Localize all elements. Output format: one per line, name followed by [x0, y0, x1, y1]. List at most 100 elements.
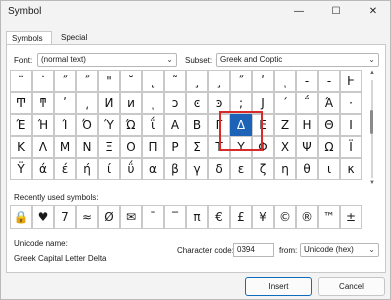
symbol-cell[interactable]: Ͱ: [340, 70, 362, 92]
close-icon[interactable]: ✕: [360, 3, 386, 21]
symbol-cell[interactable]: Ν: [76, 136, 98, 158]
scroll-up-icon[interactable]: ▲: [368, 70, 376, 76]
recent-symbol[interactable]: ™: [318, 205, 340, 229]
from-dropdown[interactable]: Unicode (hex) ⌄: [300, 243, 379, 257]
symbol-cell[interactable]: ͷ: [120, 92, 142, 114]
symbol-cell[interactable]: Ο: [120, 136, 142, 158]
recent-symbol[interactable]: £: [230, 205, 252, 229]
symbol-cell[interactable]: ¨: [10, 70, 32, 92]
grid-scrollbar[interactable]: ▲ ▼: [368, 70, 376, 188]
maximize-icon[interactable]: ☐: [323, 3, 349, 21]
recent-symbol[interactable]: ©: [274, 205, 296, 229]
symbol-cell[interactable]: ͻ: [164, 92, 186, 114]
symbol-cell[interactable]: ΐ: [142, 114, 164, 136]
recent-symbol[interactable]: ¯: [142, 205, 164, 229]
symbol-cell[interactable]: Ι: [340, 114, 362, 136]
symbol-cell[interactable]: Ρ: [164, 136, 186, 158]
symbol-cell[interactable]: ˝: [54, 70, 76, 92]
symbol-cell[interactable]: έ: [54, 158, 76, 180]
symbol-cell[interactable]: ‐: [318, 70, 340, 92]
symbol-cell[interactable]: ˝: [76, 70, 98, 92]
symbol-cell[interactable]: ΰ: [120, 158, 142, 180]
symbol-cell[interactable]: Π: [142, 136, 164, 158]
symbol-cell[interactable]: ʹ: [54, 92, 76, 114]
font-dropdown[interactable]: (normal text) ⌄: [37, 53, 177, 67]
symbol-cell[interactable]: ά: [32, 158, 54, 180]
symbol-cell[interactable]: α: [142, 158, 164, 180]
symbol-cell[interactable]: ˘: [120, 70, 142, 92]
symbol-cell[interactable]: Ό: [76, 114, 98, 136]
recent-symbol[interactable]: ¥: [252, 205, 274, 229]
symbol-cell[interactable]: ¸: [186, 70, 208, 92]
symbol-cell[interactable]: ή: [76, 158, 98, 180]
symbol-cell[interactable]: κ: [340, 158, 362, 180]
symbol-cell[interactable]: Ή: [32, 114, 54, 136]
symbol-cell[interactable]: Σ: [186, 136, 208, 158]
symbol-cell[interactable]: γ: [186, 158, 208, 180]
recent-symbol[interactable]: €: [208, 205, 230, 229]
symbol-cell[interactable]: ¸: [208, 70, 230, 92]
symbol-cell[interactable]: Β: [186, 114, 208, 136]
recent-symbol[interactable]: ≈: [76, 205, 98, 229]
recent-symbol[interactable]: ®: [296, 205, 318, 229]
symbol-cell[interactable]: ": [98, 70, 120, 92]
tab-symbols[interactable]: Symbols: [6, 31, 52, 45]
symbol-cell[interactable]: Ύ: [98, 114, 120, 136]
recent-symbol[interactable]: Ø: [98, 205, 120, 229]
symbol-cell[interactable]: ΄: [274, 92, 296, 114]
symbol-cell[interactable]: Ͷ: [98, 92, 120, 114]
symbol-cell[interactable]: Θ: [318, 114, 340, 136]
symbol-cell[interactable]: η: [274, 158, 296, 180]
symbol-cell[interactable]: Ψ: [296, 136, 318, 158]
recent-symbol[interactable]: ✉: [120, 205, 142, 229]
scroll-thumb[interactable]: [370, 110, 373, 134]
symbol-cell[interactable]: Έ: [10, 114, 32, 136]
symbol-cell[interactable]: Ϊ: [340, 136, 362, 158]
minimize-icon[interactable]: —: [286, 3, 312, 21]
symbol-cell[interactable]: ͼ: [186, 92, 208, 114]
symbol-cell[interactable]: Ϋ: [10, 158, 32, 180]
symbol-cell[interactable]: Ά: [318, 92, 340, 114]
symbol-cell[interactable]: ˙: [32, 70, 54, 92]
symbol-cell[interactable]: Ͳ: [10, 92, 32, 114]
symbol-cell[interactable]: ͺ: [274, 70, 296, 92]
symbol-cell[interactable]: Ξ: [98, 136, 120, 158]
symbol-cell[interactable]: ͳ: [32, 92, 54, 114]
symbol-cell[interactable]: Χ: [274, 136, 296, 158]
symbol-cell[interactable]: Ω: [318, 136, 340, 158]
symbol-cell[interactable]: ί: [98, 158, 120, 180]
symbol-cell[interactable]: Κ: [10, 136, 32, 158]
symbol-cell[interactable]: ͵: [76, 92, 98, 114]
symbol-cell[interactable]: ˛: [142, 70, 164, 92]
recent-symbol[interactable]: π: [186, 205, 208, 229]
symbol-cell[interactable]: ·: [340, 92, 362, 114]
tab-special-characters[interactable]: Special Characters: [56, 31, 105, 55]
symbol-cell[interactable]: Ώ: [120, 114, 142, 136]
symbol-cell[interactable]: θ: [296, 158, 318, 180]
recent-symbol[interactable]: ♥: [32, 205, 54, 229]
symbol-cell[interactable]: δ: [208, 158, 230, 180]
symbol-cell[interactable]: ΅: [296, 92, 318, 114]
insert-button[interactable]: Insert: [245, 277, 312, 296]
symbol-cell[interactable]: ͺ: [142, 92, 164, 114]
symbol-cell[interactable]: β: [164, 158, 186, 180]
symbol-cell[interactable]: Ζ: [274, 114, 296, 136]
recent-symbol[interactable]: 🔒: [10, 205, 32, 229]
recent-symbol[interactable]: ±: [340, 205, 362, 229]
symbol-cell[interactable]: ʹ: [252, 70, 274, 92]
symbol-cell[interactable]: ε: [230, 158, 252, 180]
recent-symbol[interactable]: 7: [54, 205, 76, 229]
recent-symbol[interactable]: ‾: [164, 205, 186, 229]
symbol-cell[interactable]: Λ: [32, 136, 54, 158]
cancel-button[interactable]: Cancel: [318, 277, 385, 296]
symbol-cell[interactable]: Α: [164, 114, 186, 136]
scroll-down-icon[interactable]: ▼: [368, 180, 376, 186]
symbol-cell[interactable]: -: [296, 70, 318, 92]
character-code-input[interactable]: 0394: [233, 243, 274, 257]
symbol-cell[interactable]: Μ: [54, 136, 76, 158]
symbol-cell[interactable]: ι: [318, 158, 340, 180]
symbol-cell[interactable]: ˝: [230, 70, 252, 92]
symbol-cell[interactable]: ζ: [252, 158, 274, 180]
subset-dropdown[interactable]: Greek and Coptic ⌄: [216, 53, 379, 67]
symbol-cell[interactable]: ˜: [164, 70, 186, 92]
